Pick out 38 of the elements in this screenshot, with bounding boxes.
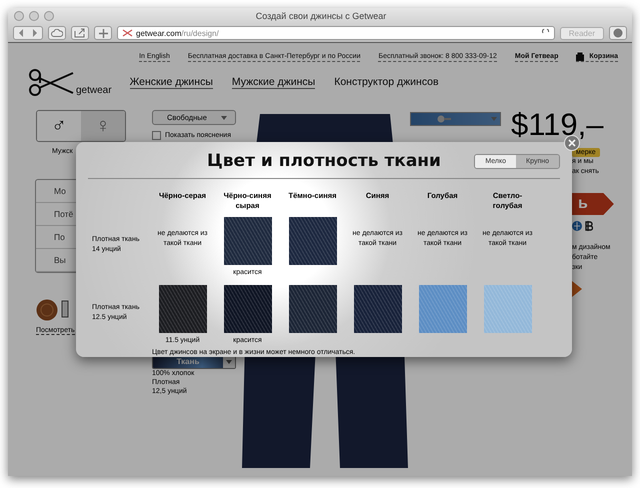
caret-icon: [221, 116, 227, 120]
close-window-button[interactable]: [14, 11, 24, 21]
caret-icon: [226, 360, 232, 364]
nav-link[interactable]: Конструктор джинсов: [334, 76, 439, 88]
fabric-swatch[interactable]: [224, 217, 272, 265]
minimize-window-button[interactable]: [29, 11, 39, 21]
explain-checkbox[interactable]: [152, 131, 161, 140]
address-field[interactable]: getwear.com/ru/design/: [117, 26, 555, 40]
cloud-icon[interactable]: [48, 26, 66, 40]
scissors-logo-icon: [28, 68, 74, 96]
logo-text: getwear: [76, 85, 112, 96]
fabric-swatch[interactable]: [484, 285, 532, 333]
fabric-swatch[interactable]: [288, 217, 336, 265]
add-tab-icon[interactable]: [94, 26, 112, 40]
nav-link[interactable]: Женские джинсы: [130, 76, 213, 88]
scissors-icon: [122, 29, 133, 37]
window-title: Создай свои джинсы с Getwear: [254, 11, 388, 21]
caret-icon: [491, 117, 497, 121]
hardware-select[interactable]: [410, 112, 501, 126]
price: $119,–: [511, 110, 604, 140]
buy-button[interactable]: ь: [572, 193, 614, 215]
zoom-window-button[interactable]: [44, 11, 54, 21]
button-icon: [36, 299, 58, 321]
globe-icon: [572, 221, 582, 231]
fabric-swatch[interactable]: [418, 285, 466, 333]
back-forward-button[interactable]: [13, 26, 43, 40]
bag-icon: [576, 52, 584, 61]
share-icon[interactable]: [71, 26, 89, 40]
back-forward-arrows-icon: [18, 29, 38, 37]
downloads-icon[interactable]: [609, 26, 627, 40]
next-arrow-button[interactable]: [572, 281, 582, 297]
bitcoin-icon: [585, 221, 593, 231]
fabric-swatch[interactable]: [354, 285, 402, 333]
fabric-swatch[interactable]: [158, 285, 206, 333]
nav-link[interactable]: Мужские джинсы: [232, 76, 316, 88]
fabric-swatch[interactable]: [224, 285, 272, 333]
fabric-swatch[interactable]: [288, 285, 336, 333]
dialog-title: Цвет и плотность ткани: [207, 151, 441, 171]
